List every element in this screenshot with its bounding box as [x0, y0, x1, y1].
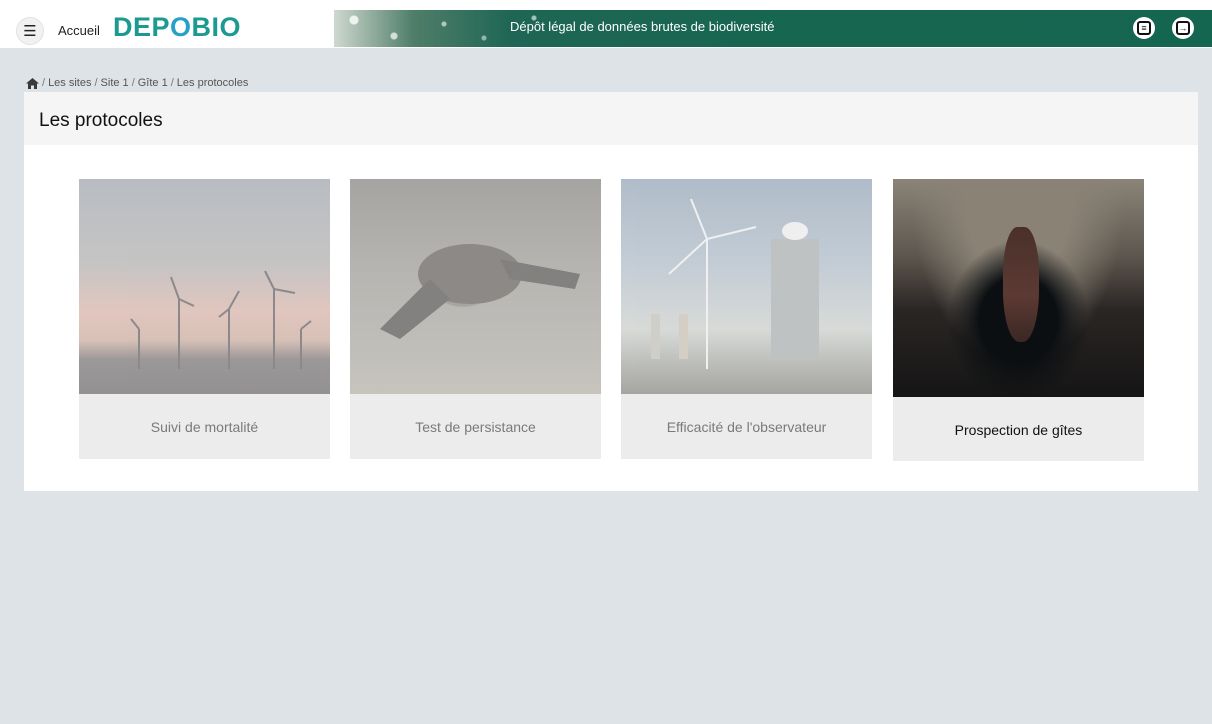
depobio-logo[interactable]: DEPOBIO	[113, 12, 241, 43]
protocol-tile-mortality[interactable]: Suivi de mortalité	[79, 179, 330, 459]
header-banner: Dépôt légal de données brutes de biodive…	[334, 10, 1212, 47]
home-icon[interactable]	[26, 77, 39, 89]
protocols-card: Les protocoles Suivi de mortalité Test d…	[24, 92, 1198, 491]
hamburger-icon: ☰	[23, 23, 37, 40]
breadcrumb-separator: /	[42, 77, 46, 89]
protocol-label: Test de persistance	[415, 418, 536, 435]
document-icon: ≡	[1137, 21, 1151, 35]
breadcrumb-gite[interactable]: Gîte 1	[138, 77, 168, 89]
home-link[interactable]: Accueil	[58, 23, 100, 38]
logo-part-b: BIO	[191, 12, 242, 42]
bat-on-rock-image	[350, 179, 601, 394]
top-bar: Dépôt légal de données brutes de biodive…	[0, 0, 1212, 48]
protocol-label: Suivi de mortalité	[150, 418, 259, 435]
protocol-tile-observer[interactable]: Efficacité de l'observateur	[621, 179, 872, 459]
card-header: Les protocoles	[24, 92, 1198, 145]
breadcrumb-current: Les protocoles	[176, 77, 249, 89]
documents-button[interactable]: ≡	[1133, 17, 1155, 39]
logout-button[interactable]: →	[1172, 17, 1194, 39]
breadcrumb-separator: /	[94, 77, 98, 89]
observer-image	[621, 179, 872, 394]
bat-in-cave-image	[893, 179, 1144, 397]
protocol-tile-roost-survey[interactable]: Prospection de gîtes	[893, 179, 1144, 461]
logout-icon: →	[1176, 21, 1190, 35]
breadcrumb-site[interactable]: Site 1	[101, 77, 129, 89]
breadcrumb-separator: /	[170, 77, 174, 89]
logo-part-o: O	[170, 12, 192, 42]
wind-turbines-image	[79, 179, 330, 394]
protocol-label: Prospection de gîtes	[954, 421, 1083, 438]
breadcrumb-sites[interactable]: Les sites	[48, 77, 91, 89]
breadcrumb: / Les sites / Site 1 / Gîte 1 / Les prot…	[26, 77, 248, 89]
page-title: Les protocoles	[39, 110, 163, 131]
protocol-label: Efficacité de l'observateur	[666, 418, 827, 435]
hanging-bat-figure	[1003, 227, 1039, 342]
logo-part-a: DEP	[113, 12, 171, 42]
breadcrumb-separator: /	[131, 77, 135, 89]
protocol-tile-persistence[interactable]: Test de persistance	[350, 179, 601, 459]
menu-button[interactable]: ☰	[16, 17, 44, 45]
banner-title: Dépôt légal de données brutes de biodive…	[510, 19, 775, 34]
